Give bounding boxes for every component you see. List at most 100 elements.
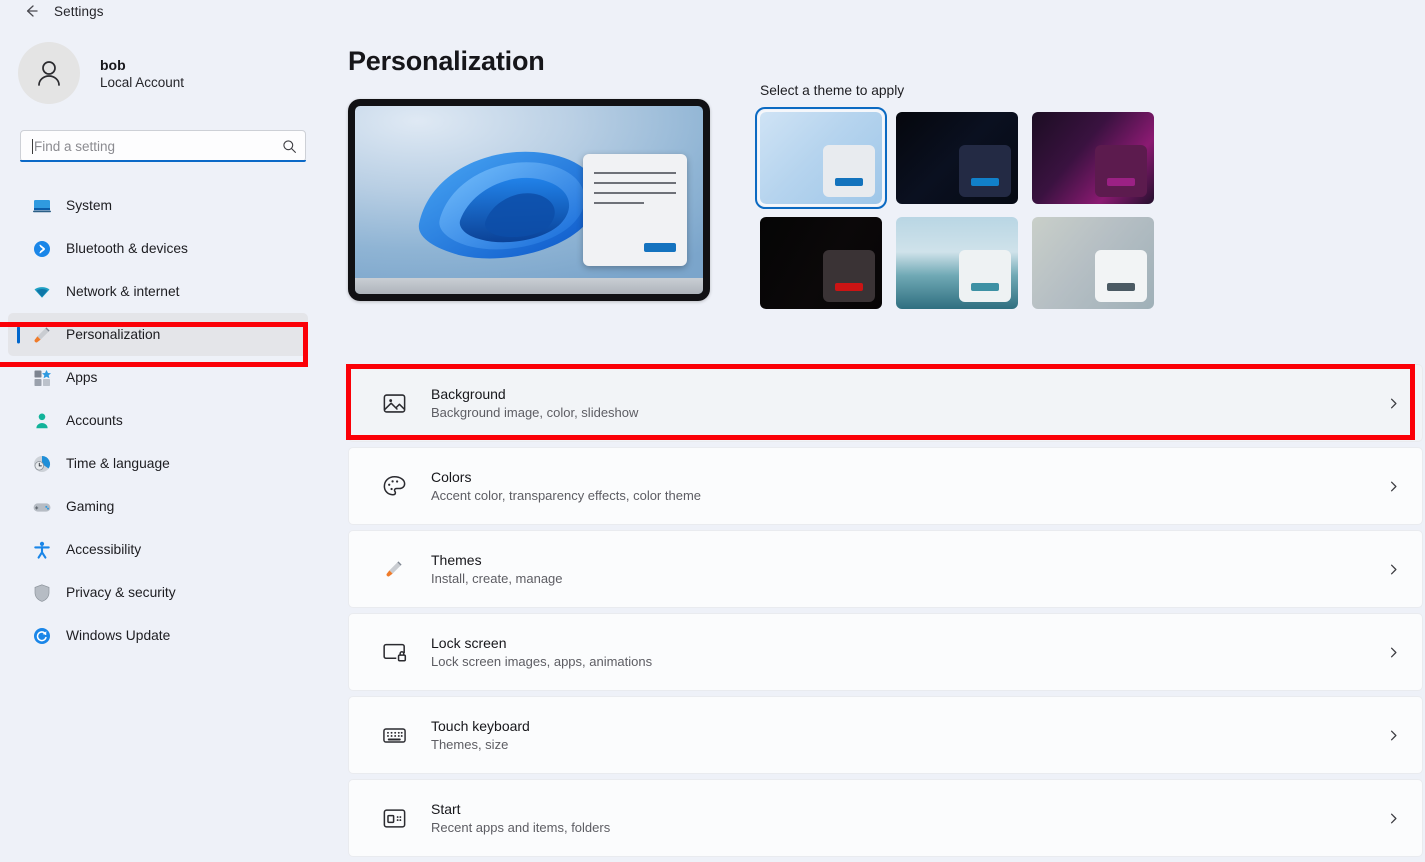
preview-taskbar — [355, 278, 703, 294]
theme-thumbnail-glow-purple[interactable] — [1032, 112, 1154, 204]
settings-row-start[interactable]: Start Recent apps and items, folders — [348, 779, 1423, 857]
account-block[interactable]: bob Local Account — [0, 22, 330, 104]
sidebar-item-network-internet[interactable]: Network & internet — [8, 270, 308, 313]
sidebar-item-label: Time & language — [66, 456, 170, 471]
wifi-icon — [32, 282, 52, 302]
settings-row-subtitle: Themes, size — [431, 737, 509, 752]
settings-list: Background Background image, color, slide… — [348, 364, 1423, 862]
paintbrush-icon — [32, 325, 52, 345]
palette-icon — [379, 471, 409, 501]
theme-dialog-preview — [959, 145, 1011, 197]
sidebar-item-label: Accessibility — [66, 542, 142, 557]
settings-row-title: Colors — [431, 469, 472, 485]
search-focus-underline — [20, 160, 306, 162]
settings-row-touch-keyboard[interactable]: Touch keyboard Themes, size — [348, 696, 1423, 774]
theme-accent-swatch — [1107, 283, 1135, 291]
sidebar-item-label: Apps — [66, 370, 98, 385]
account-type: Local Account — [100, 74, 185, 90]
search-icon[interactable] — [281, 138, 297, 154]
settings-row-subtitle: Install, create, manage — [431, 571, 563, 586]
main-pane: Personalization Select a theme to apply … — [330, 22, 1425, 862]
theme-thumbnail-captured-motion-dark[interactable] — [760, 217, 882, 309]
theme-thumbnail-windows-dark-bloom[interactable] — [896, 112, 1018, 204]
chevron-right-icon[interactable] — [1386, 811, 1400, 825]
dialog-line — [594, 182, 676, 184]
settings-row-subtitle: Lock screen images, apps, animations — [431, 654, 653, 669]
text-caret — [32, 138, 33, 154]
sidebar-item-accessibility[interactable]: Accessibility — [8, 528, 308, 571]
sidebar-item-privacy-security[interactable]: Privacy & security — [8, 571, 308, 614]
theme-wallpaper — [896, 217, 1018, 309]
sidebar: bob Local Account Find a setting System B… — [0, 22, 330, 862]
theme-dialog-preview — [823, 250, 875, 302]
theme-dialog-preview — [959, 250, 1011, 302]
gamepad-icon — [32, 497, 52, 517]
theme-accent-swatch — [835, 283, 863, 291]
dialog-accent-button — [644, 243, 676, 252]
sidebar-item-accounts[interactable]: Accounts — [8, 399, 308, 442]
sidebar-item-label: Accounts — [66, 413, 123, 428]
monitor-icon — [32, 196, 52, 216]
theme-wallpaper — [1032, 112, 1154, 204]
search-input[interactable]: Find a setting — [20, 130, 306, 162]
theme-accent-swatch — [971, 283, 999, 291]
sidebar-item-apps[interactable]: Apps — [8, 356, 308, 399]
page-title: Personalization — [348, 46, 545, 76]
theme-accent-swatch — [971, 178, 999, 186]
selection-indicator — [17, 326, 20, 343]
settings-row-lock-screen[interactable]: Lock screen Lock screen images, apps, ani… — [348, 613, 1423, 691]
sidebar-nav: System Bluetooth & devices Network & inter… — [0, 184, 330, 657]
theme-wallpaper — [760, 217, 882, 309]
chevron-right-icon[interactable] — [1386, 728, 1400, 742]
accessibility-person-icon — [32, 540, 52, 560]
chevron-right-icon[interactable] — [1386, 396, 1400, 410]
sidebar-item-label: Personalization — [66, 327, 161, 342]
sidebar-item-windows-update[interactable]: Windows Update — [8, 614, 308, 657]
theme-section-title: Select a theme to apply — [760, 83, 905, 98]
title-bar: Settings — [0, 0, 1425, 22]
sidebar-item-time-language[interactable]: Time & language — [8, 442, 308, 485]
settings-row-subtitle: Background image, color, slideshow — [431, 405, 639, 420]
settings-row-background[interactable]: Background Background image, color, slide… — [348, 364, 1423, 442]
settings-window: Settings bob Local Account Find a settin… — [0, 0, 1425, 862]
search-placeholder: Find a setting — [34, 138, 116, 154]
clock-icon — [32, 454, 52, 474]
theme-thumbnail-sunrise-lake[interactable] — [896, 217, 1018, 309]
theme-picker: Select a theme to apply — [755, 83, 1160, 309]
settings-row-colors[interactable]: Colors Accent color, transparency effects… — [348, 447, 1423, 525]
theme-thumbnail-flow-light[interactable] — [1032, 217, 1154, 309]
sidebar-item-label: Privacy & security — [66, 585, 176, 600]
settings-row-themes[interactable]: Themes Install, create, manage — [348, 530, 1423, 608]
sidebar-item-personalization[interactable]: Personalization — [8, 313, 308, 356]
start-menu-icon — [379, 803, 409, 833]
sidebar-item-label: Network & internet — [66, 284, 180, 299]
keyboard-icon — [379, 720, 409, 750]
theme-dialog-preview — [1095, 145, 1147, 197]
paintbrush-icon — [379, 554, 409, 584]
sidebar-item-system[interactable]: System — [8, 184, 308, 227]
settings-row-subtitle: Accent color, transparency effects, colo… — [431, 488, 702, 503]
theme-dialog-preview — [1095, 250, 1147, 302]
settings-row-title: Touch keyboard — [431, 718, 530, 734]
desktop-preview-monitor — [348, 99, 710, 301]
chevron-right-icon[interactable] — [1386, 479, 1400, 493]
sidebar-item-label: System — [66, 198, 112, 213]
theme-thumbnail-windows-light-bloom[interactable] — [755, 107, 887, 209]
chevron-right-icon[interactable] — [1386, 562, 1400, 576]
preview-dialog-card — [583, 154, 687, 266]
sidebar-item-bluetooth-devices[interactable]: Bluetooth & devices — [8, 227, 308, 270]
settings-row-title: Background — [431, 386, 506, 402]
window-title: Settings — [54, 3, 104, 19]
chevron-right-icon[interactable] — [1386, 645, 1400, 659]
settings-row-title: Start — [431, 801, 461, 817]
preview-and-themes: Select a theme to apply — [330, 83, 1425, 339]
back-arrow-icon[interactable] — [22, 2, 40, 20]
settings-row-title: Lock screen — [431, 635, 507, 651]
theme-grid — [755, 107, 1160, 309]
sidebar-item-gaming[interactable]: Gaming — [8, 485, 308, 528]
person-icon — [32, 411, 52, 431]
search-wrap: Find a setting — [0, 104, 330, 162]
theme-wallpaper — [1032, 217, 1154, 309]
settings-row-subtitle: Recent apps and items, folders — [431, 820, 611, 835]
dialog-line — [594, 192, 676, 194]
